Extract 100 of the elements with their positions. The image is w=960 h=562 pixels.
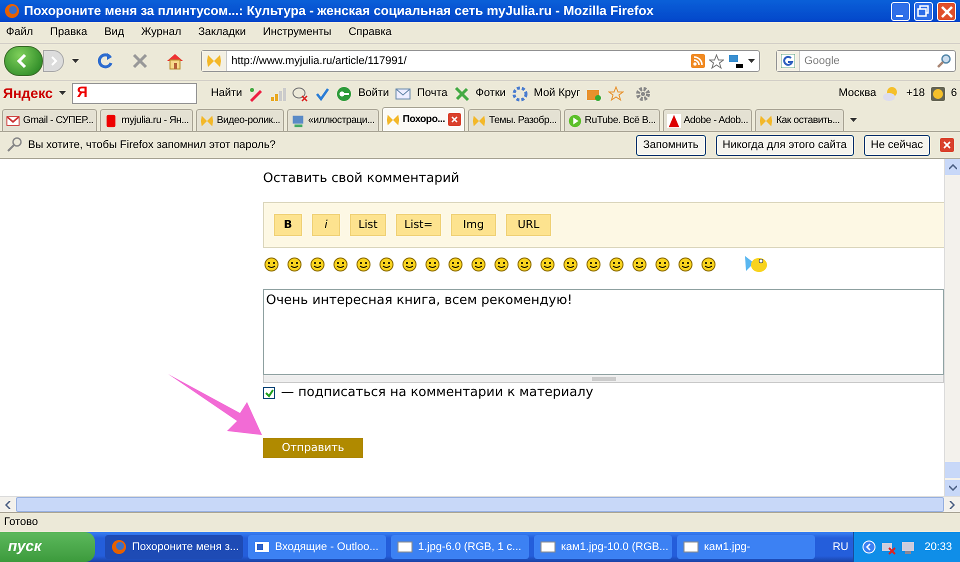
password-button[interactable]: Не сейчас: [864, 134, 930, 156]
vertical-scrollbar[interactable]: [944, 159, 960, 496]
reload-icon[interactable]: [95, 51, 116, 71]
browser-tab[interactable]: Adobe - Adob...: [662, 109, 752, 131]
toolbar-link[interactable]: Войти: [358, 85, 389, 102]
menu-item[interactable]: Журнал: [141, 24, 182, 41]
dropdown-caret-icon[interactable]: [58, 91, 66, 96]
menu-item[interactable]: Справка: [348, 24, 392, 41]
smiley-icon[interactable]: [425, 256, 440, 272]
settings-icon[interactable]: [634, 84, 652, 102]
toolbar-link[interactable]: Фотки: [476, 85, 506, 102]
taskbar-button[interactable]: Похороните меня з...: [105, 535, 243, 559]
browser-tab[interactable]: Gmail - СУПЕР...: [2, 109, 98, 131]
smiley-icon[interactable]: [264, 256, 279, 272]
scroll-thumb[interactable]: [945, 462, 960, 478]
format-button[interactable]: URL: [506, 214, 551, 236]
smiley-icon[interactable]: [379, 256, 394, 272]
speech-bubble-icon[interactable]: [292, 86, 308, 102]
browser-tab[interactable]: «иллюстраци...: [287, 109, 379, 131]
browser-tab[interactable]: Похоро...: [382, 107, 465, 131]
browser-tab[interactable]: myjulia.ru - Ян...: [100, 109, 193, 131]
search-icon[interactable]: [937, 54, 951, 68]
menu-item[interactable]: Вид: [104, 24, 124, 41]
google-g-icon[interactable]: [781, 54, 796, 68]
minimize-button[interactable]: [891, 2, 910, 20]
smiley-icon[interactable]: [586, 256, 601, 272]
format-button[interactable]: i: [312, 214, 340, 236]
comment-textarea[interactable]: Очень интересная книга, всем рекомендую!: [263, 289, 944, 375]
smiley-icon[interactable]: [310, 256, 325, 272]
search-input[interactable]: Google: [800, 52, 937, 70]
menu-item[interactable]: Правка: [50, 24, 88, 41]
password-button[interactable]: Никогда для этого сайта: [716, 134, 854, 156]
address-field[interactable]: http://www.myjulia.ru/article/117991/: [201, 50, 760, 72]
toolbar-link[interactable]: Мой Круг: [534, 85, 580, 102]
star-icon[interactable]: [608, 86, 624, 102]
format-button[interactable]: Img: [451, 214, 496, 236]
arrow-up-icon[interactable]: [948, 164, 956, 170]
taskbar-button[interactable]: Входящие - Outloo...: [248, 535, 386, 559]
browser-tab[interactable]: Видео-ролик...: [196, 109, 284, 131]
smiley-icon[interactable]: [632, 256, 647, 272]
dropdown-caret-icon[interactable]: [748, 58, 756, 64]
restore-button[interactable]: [914, 2, 933, 20]
smiley-icon[interactable]: [494, 256, 509, 272]
menu-item[interactable]: Закладки: [198, 24, 246, 41]
smiley-icon[interactable]: [448, 256, 463, 272]
minimize-icon[interactable]: [896, 14, 903, 16]
browser-tab[interactable]: Темы. Разобр...: [468, 109, 561, 131]
smiley-icon[interactable]: [333, 256, 348, 272]
close-tab-icon[interactable]: [448, 113, 461, 126]
close-button[interactable]: [937, 2, 956, 20]
back-button[interactable]: [4, 46, 43, 76]
taskbar-button[interactable]: кам1.jpg-: [677, 535, 815, 559]
smiley-icon[interactable]: [655, 256, 670, 272]
smiley-icon[interactable]: [356, 256, 371, 272]
resize-grip-icon[interactable]: [592, 377, 616, 381]
toolbar-link[interactable]: Почта: [417, 85, 448, 102]
city-label: Москва: [838, 86, 876, 102]
close-icon[interactable]: [940, 5, 954, 18]
taskbar-button[interactable]: кам1.jpg-10.0 (RGB...: [534, 535, 672, 559]
format-button[interactable]: B: [274, 214, 302, 236]
people-circle-icon[interactable]: [512, 86, 528, 102]
browser-tab[interactable]: Как оставить...: [755, 109, 844, 131]
envelope-icon[interactable]: [395, 86, 411, 102]
key-icon[interactable]: [336, 86, 352, 102]
arrow-down-icon[interactable]: [948, 485, 956, 491]
arrow-right-icon[interactable]: [949, 500, 955, 508]
menu-item[interactable]: Инструменты: [262, 24, 332, 41]
language-indicator[interactable]: RU: [832, 538, 848, 556]
envelope-icon: [6, 114, 20, 128]
home-icon[interactable]: [165, 52, 186, 70]
star-icon[interactable]: [709, 54, 724, 68]
smiley-icon[interactable]: [701, 256, 716, 272]
subscribe-checkbox[interactable]: [263, 387, 275, 399]
format-button[interactable]: List=: [396, 214, 441, 236]
dropdown-caret-icon[interactable]: [72, 58, 80, 64]
yandex-search-field[interactable]: Я: [72, 83, 197, 104]
arrow-left-icon[interactable]: [5, 500, 11, 508]
smiley-icon[interactable]: [563, 256, 578, 272]
smiley-icon[interactable]: [540, 256, 555, 272]
smiley-icon[interactable]: [471, 256, 486, 272]
menu-item[interactable]: Файл: [6, 24, 34, 41]
smiley-icon[interactable]: [402, 256, 417, 272]
search-field[interactable]: Google: [776, 50, 956, 72]
password-button[interactable]: Запомнить: [636, 134, 706, 156]
smiley-icon[interactable]: [678, 256, 693, 272]
stop-icon[interactable]: [131, 52, 150, 70]
pencil-icon[interactable]: [248, 86, 264, 102]
taskbar-button[interactable]: 1.jpg-6.0 (RGB, 1 c...: [391, 535, 529, 559]
smiley-icon[interactable]: [287, 256, 302, 272]
find-button[interactable]: Найти: [210, 85, 242, 102]
checkmark-icon[interactable]: [314, 86, 330, 102]
browser-tab[interactable]: RuTube. Всё В...: [564, 109, 660, 131]
restore-icon[interactable]: [917, 4, 929, 16]
smiley-icon[interactable]: [609, 256, 624, 272]
format-button[interactable]: List: [350, 214, 386, 236]
traffic-score: 6: [950, 86, 957, 102]
caret-icon[interactable]: [850, 118, 858, 122]
smiley-icon[interactable]: [517, 256, 532, 272]
rss-feed-icon[interactable]: [691, 54, 706, 68]
chevron-icon[interactable]: [862, 540, 876, 554]
